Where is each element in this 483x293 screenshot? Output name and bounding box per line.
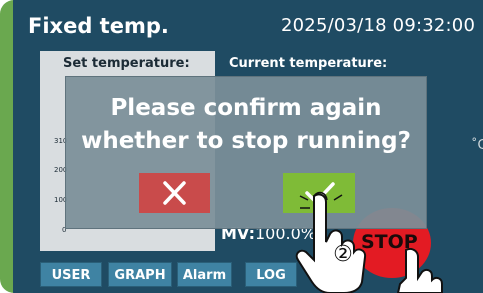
cancel-button[interactable] bbox=[139, 173, 210, 213]
pointing-hand-icon bbox=[396, 248, 443, 293]
current-temperature-label: Current temperature: bbox=[229, 56, 388, 71]
dialog-message-line-2: whether to stop running? bbox=[81, 128, 411, 154]
tab-log[interactable]: LOG bbox=[245, 262, 297, 287]
temperature-unit: ˚C bbox=[471, 138, 483, 153]
tab-user[interactable]: USER bbox=[40, 262, 102, 287]
datetime-display: 2025/03/18 09:32:00 bbox=[281, 15, 476, 36]
pointing-hand-icon bbox=[295, 191, 367, 293]
tab-graph[interactable]: GRAPH bbox=[108, 262, 172, 287]
page-title: Fixed temp. bbox=[28, 14, 169, 38]
dialog-message-line-1: Please confirm again bbox=[110, 95, 382, 121]
set-temperature-label: Set temperature: bbox=[63, 56, 190, 71]
close-icon bbox=[163, 181, 186, 205]
confirm-stop-dialog: Please confirm again whether to stop run… bbox=[66, 77, 426, 228]
tab-alarm[interactable]: Alarm bbox=[177, 262, 232, 287]
step-marker: ② bbox=[333, 242, 353, 267]
